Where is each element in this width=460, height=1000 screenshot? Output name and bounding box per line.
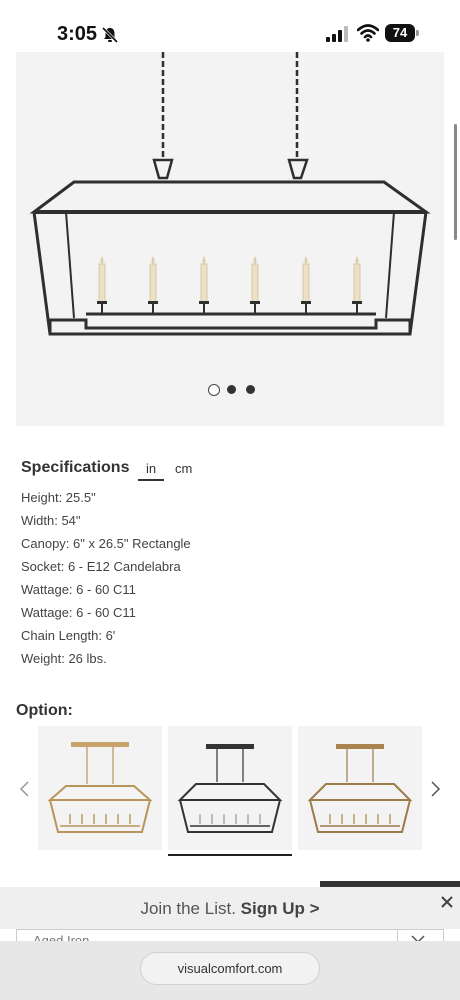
unit-toggle-cm[interactable]: cm [175,461,192,476]
sign-up-link[interactable]: Sign Up > [241,899,320,918]
carousel-dots[interactable] [206,384,266,398]
option-thumbnail-gold[interactable] [38,726,162,850]
spec-chain-length: Chain Length: 6' [21,628,116,643]
carousel-dot-2[interactable] [227,385,236,394]
spec-width: Width: 54" [21,513,81,528]
url-bar[interactable]: visualcomfort.com [140,952,320,985]
chevron-right-icon[interactable] [430,780,442,803]
join-list-banner: Join the List. Sign Up > [0,887,460,929]
spec-wattage-2: Wattage: 6 - 60 C11 [21,605,136,620]
carousel-dot-1[interactable] [208,384,220,396]
option-thumbnail-aged-iron[interactable] [168,726,292,850]
scroll-indicator [454,124,457,240]
browser-bottom-bar: visualcomfort.com [0,941,460,1000]
unit-toggle-in[interactable]: in [138,461,164,481]
spec-socket: Socket: 6 - E12 Candelabra [21,559,181,574]
bell-slash-icon [101,26,119,49]
product-image [29,52,431,336]
battery-level: 74 [385,24,415,42]
spec-canopy: Canopy: 6" x 26.5" Rectangle [21,536,191,551]
status-bar: 3:05 74 [0,0,460,52]
join-list-text: Join the List. Sign Up > [0,899,460,919]
status-time: 3:05 [57,23,98,45]
option-thumbnail-brass[interactable] [298,726,422,850]
spec-height: Height: 25.5" [21,490,96,505]
carousel-dot-3[interactable] [246,385,255,394]
close-icon[interactable] [440,895,454,914]
wifi-icon [356,24,380,47]
signal-icon [326,26,348,47]
specifications-heading: Specifications [21,459,130,476]
option-label: Option: [16,702,73,719]
chevron-left-icon[interactable] [18,780,30,803]
option-selected-indicator [168,854,292,856]
battery-icon: 74 [385,24,419,42]
spec-weight: Weight: 26 lbs. [21,651,107,666]
product-image-carousel[interactable] [16,52,444,426]
spec-wattage: Wattage: 6 - 60 C11 [21,582,136,597]
join-list-label: Join the List. [140,899,236,918]
